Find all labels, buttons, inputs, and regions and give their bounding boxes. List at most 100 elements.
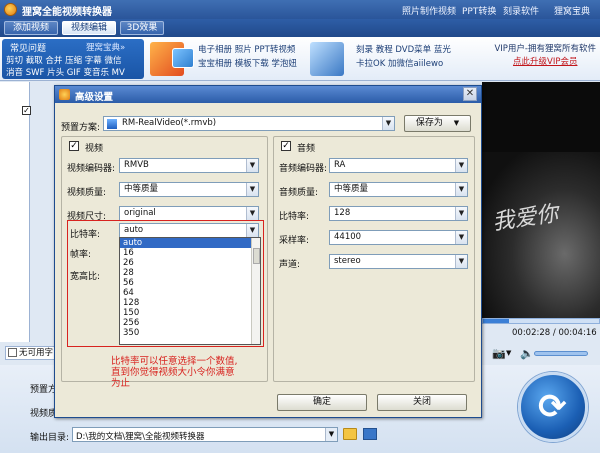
app-title-bar: 狸窝全能视频转换器 照片制作视频 PPT转换 刻录软件 狸窝宝典 [0,0,600,19]
file-list[interactable]: ✓ [0,82,31,342]
preset-scheme-select[interactable]: RM-RealVideo(*.rmvb) ▼ [103,116,395,131]
menu-guide[interactable]: 狸窝宝典 [554,4,590,17]
main-tab-bar: 添加视频 视频编辑 3D效果 [0,19,600,37]
album-links-row-2[interactable]: 宝宝相册 模板下载 学泡妞 [198,58,297,70]
video-quality-label: 视频质量: [67,188,107,198]
dvd-burn-icon[interactable] [310,42,344,76]
video-encoder-select[interactable]: RMVB ▼ [119,158,259,173]
file-checkbox[interactable]: ✓ [22,106,31,115]
bitrate-option[interactable]: 350 [120,328,260,338]
audio-encoder-label: 音频编码器: [279,164,328,174]
video-encoder-label: 视频编码器: [67,164,116,174]
samplerate-value: 44100 [334,232,362,242]
faq-title[interactable]: 常见问题 [10,41,46,54]
tab-3d-effect[interactable]: 3D效果 [120,21,164,35]
chevron-down-icon[interactable]: ▼ [246,159,258,172]
tab-video-edit[interactable]: 视频编辑 [62,21,116,35]
time-total: 00:04:16 [558,328,597,338]
menu-burn[interactable]: 刻录软件 [503,4,539,17]
video-checkbox[interactable]: ✓ [69,141,79,151]
audio-encoder-value: RA [334,160,346,170]
video-size-value: original [124,208,156,218]
channel-label: 声道: [279,260,301,270]
audio-bitrate-select[interactable]: 128 ▼ [329,206,468,221]
video-bitrate-value: auto [124,225,144,235]
time-current: 00:02:28 [512,328,551,338]
audio-encoder-select[interactable]: RA ▼ [329,158,468,173]
channel-select[interactable]: stereo ▼ [329,254,468,269]
close-icon[interactable]: ✕ [463,87,477,101]
chevron-down-icon[interactable]: ▼ [455,231,467,244]
bitrate-option[interactable]: 28 [120,268,260,278]
samplerate-select[interactable]: 44100 ▼ [329,230,468,245]
chevron-down-icon[interactable]: ▼ [455,159,467,172]
chevron-down-icon[interactable]: ▼ [455,207,467,220]
audio-checkbox[interactable]: ✓ [281,141,291,151]
album-links-row-1[interactable]: 电子相册 照片 PPT转视频 [198,44,295,56]
time-readout: 00:02:28 / 00:04:16 [512,328,597,338]
convert-button[interactable]: ⟳ [518,372,588,442]
vip-upgrade-link[interactable]: 点此升级VIP会员 [494,56,596,69]
chevron-down-icon[interactable]: ▼ [246,207,258,220]
scrollbar-thumb[interactable] [253,248,260,264]
video-header: 视频 [85,144,104,154]
ok-button[interactable]: 确定 [277,394,367,411]
bitrate-option[interactable]: auto [120,238,260,248]
bitrate-option[interactable]: 256 [120,318,260,328]
dialog-app-icon [59,89,70,100]
save-as-button[interactable]: 保存为 ▼ [404,115,471,132]
bitrate-option[interactable]: 16 [120,248,260,258]
volume-icon[interactable]: 🔈 [520,347,534,360]
chevron-down-icon[interactable]: ▼ [246,224,258,237]
snapshot-dropdown-icon[interactable]: ▼ [506,349,511,357]
faq-links-row-1[interactable]: 剪切 截取 合并 压缩 字幕 微信 [6,54,122,66]
audio-quality-select[interactable]: 中等质量 ▼ [329,182,468,197]
bitrate-option[interactable]: 150 [120,308,260,318]
bitrate-dropdown-list[interactable]: auto 16 26 28 56 64 128 150 256 350 [119,237,261,345]
no-subtitle-label: 无可用字 [19,348,54,358]
snapshot-icon[interactable]: 📷 [492,347,506,360]
dropdown-scrollbar[interactable] [251,238,260,344]
bitrate-option[interactable]: 56 [120,278,260,288]
video-quality-select[interactable]: 中等质量 ▼ [119,182,259,197]
volume-slider[interactable] [534,351,588,356]
video-bitrate-label: 比特率: [70,230,101,240]
chevron-down-icon[interactable]: ▼ [246,183,258,196]
open-folder-icon[interactable] [363,428,377,440]
seek-bar[interactable] [482,318,600,324]
save-as-label: 保存为 [415,118,443,128]
chevron-down-icon[interactable]: ▼ [382,117,394,130]
video-bitrate-select[interactable]: auto ▼ [119,223,259,238]
faq-guide-link[interactable]: 狸窝宝典» [86,41,125,53]
subtitle-select[interactable]: 无可用字 [5,346,57,360]
chevron-down-icon[interactable]: ▼ [455,255,467,268]
menu-ppt[interactable]: PPT转换 [462,4,496,17]
chevron-down-icon[interactable]: ▼ [325,428,337,441]
video-size-select[interactable]: original ▼ [119,206,259,221]
annotation-note: 比特率可以任意选择一个数值,直到你觉得视频大小令你满意为止 [111,356,238,389]
aspect-ratio-label: 宽高比: [70,272,101,282]
menu-photo-video[interactable]: 照片制作视频 [402,4,456,17]
vip-text: VIP用户-拥有狸窝所有软件 [494,44,596,54]
chevron-down-icon[interactable]: ▼ [455,183,467,196]
convert-icon: ⟳ [538,387,567,427]
audio-quality-value: 中等质量 [334,184,369,194]
browse-folder-icon[interactable] [343,428,357,440]
output-dir-field[interactable]: D:\我的文档\狸窝\全能视频转换器 ▼ [72,427,338,442]
bitrate-option[interactable]: 64 [120,288,260,298]
samplerate-label: 采样率: [279,236,310,246]
tab-add-video[interactable]: 添加视频 [4,21,58,35]
app-logo-icon [4,3,17,16]
bitrate-option[interactable]: 26 [120,258,260,268]
bitrate-option[interactable]: 128 [120,298,260,308]
close-button[interactable]: 关闭 [377,394,467,411]
burn-links-row-2[interactable]: 卡拉OK 加微信aiilewo [356,58,443,70]
audio-bitrate-value: 128 [334,208,351,218]
burn-links-row-1[interactable]: 刻录 教程 DVD菜单 蓝光 [356,44,451,56]
faq-links-row-2[interactable]: 消音 SWF 片头 GIF 变音乐 MV [6,66,125,78]
vip-promo: VIP用户-拥有狸窝所有软件 点此升级VIP会员 [494,43,596,69]
dialog-title: 高级设置 [75,92,114,103]
seek-progress [483,319,509,323]
dialog-title-bar: 高级设置 ✕ [55,86,481,103]
faq-panel: 常见问题 狸窝宝典» 剪切 截取 合并 压缩 字幕 微信 消音 SWF 片头 G… [2,39,144,79]
